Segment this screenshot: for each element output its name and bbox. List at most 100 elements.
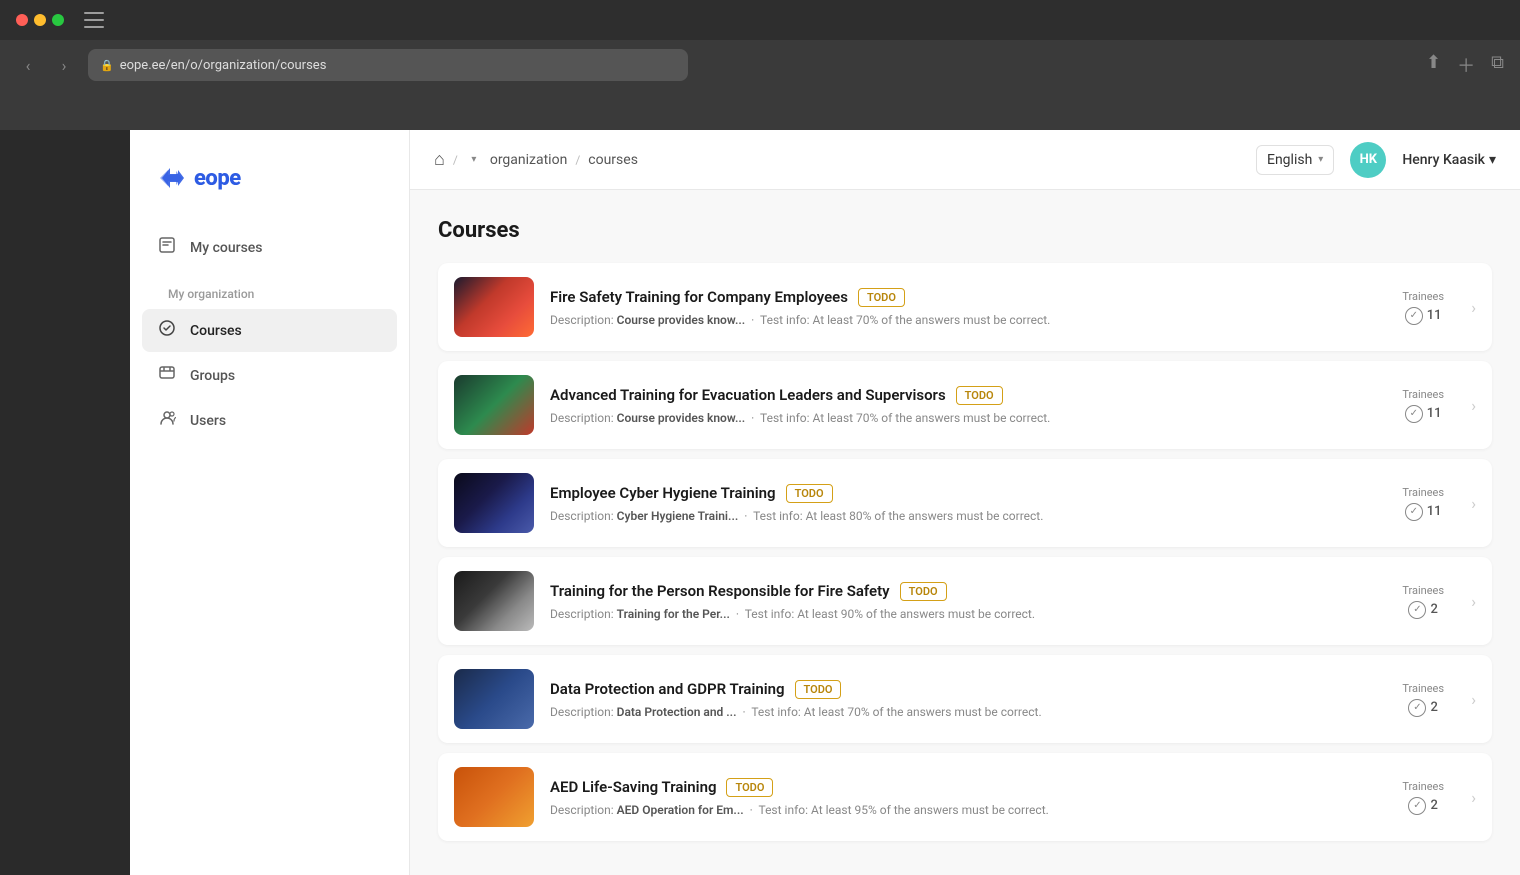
new-tab-icon[interactable]: ＋ [1457, 52, 1475, 78]
course-chevron-5: › [1471, 690, 1476, 709]
course-title-5: Data Protection and GDPR Training [550, 680, 785, 698]
course-info-5: Data Protection and GDPR Training TODO D… [550, 680, 1383, 719]
course-meta-4: Description: Training for the Per... · T… [550, 607, 1383, 621]
tabs-icon[interactable]: ⧉ [1491, 52, 1504, 78]
breadcrumb-organization[interactable]: organization [490, 152, 567, 168]
breadcrumb-courses[interactable]: courses [588, 152, 638, 168]
check-circle-6: ✓ [1408, 797, 1426, 815]
course-thumbnail-1 [454, 277, 534, 337]
sidebar: eope My courses My organization [130, 130, 410, 875]
maximize-button[interactable] [52, 14, 64, 26]
top-nav: ⌂ / ▾ organization / courses English ▾ H… [410, 130, 1520, 190]
sidebar-toggle-icon[interactable] [84, 12, 104, 28]
lock-icon: 🔒 [100, 59, 114, 72]
course-info-4: Training for the Person Responsible for … [550, 582, 1383, 621]
sidebar-item-groups[interactable]: Groups [142, 354, 397, 397]
sidebar-item-users[interactable]: Users [142, 399, 397, 442]
course-thumbnail-2 [454, 375, 534, 435]
course-meta-3: Description: Cyber Hygiene Traini... · T… [550, 509, 1383, 523]
trainees-number-2: 11 [1427, 406, 1442, 421]
browser-chrome: ‹ › 🔒 eope.ee/en/o/organization/courses … [0, 0, 1520, 130]
course-item-4[interactable]: Training for the Person Responsible for … [438, 557, 1492, 645]
sidebar-courses-label: Courses [190, 323, 242, 339]
url-text: eope.ee/en/o/organization/courses [120, 58, 327, 73]
sidebar-groups-label: Groups [190, 368, 235, 384]
address-bar[interactable]: 🔒 eope.ee/en/o/organization/courses [88, 49, 688, 81]
check-circle-2: ✓ [1405, 405, 1423, 423]
breadcrumb-sep-1: / [453, 153, 458, 167]
browser-toolbar-icons: ⬆ ＋ ⧉ [1426, 52, 1504, 78]
course-title-3: Employee Cyber Hygiene Training [550, 484, 776, 502]
breadcrumb-dropdown-icon[interactable]: ▾ [466, 152, 482, 168]
trainees-number-3: 11 [1427, 504, 1442, 519]
sidebar-nav: My courses My organization Courses [130, 226, 409, 444]
users-icon [156, 409, 178, 432]
logo: eope [154, 160, 385, 196]
trainees-number-6: 2 [1430, 798, 1437, 813]
sidebar-item-my-courses[interactable]: My courses [142, 226, 397, 269]
back-button[interactable]: ‹ [16, 53, 40, 77]
course-meta-6: Description: AED Operation for Em... · T… [550, 803, 1383, 817]
todo-badge-6: TODO [726, 778, 773, 797]
org-section-label: My organization [142, 271, 397, 309]
course-right-3: Trainees ✓ 11 [1383, 486, 1463, 521]
trainees-number-1: 11 [1427, 308, 1442, 323]
logo-icon [154, 160, 190, 196]
course-item-1[interactable]: Fire Safety Training for Company Employe… [438, 263, 1492, 351]
course-info-1: Fire Safety Training for Company Employe… [550, 288, 1383, 327]
course-item-3[interactable]: Employee Cyber Hygiene Training TODO Des… [438, 459, 1492, 547]
todo-badge-1: TODO [858, 288, 905, 307]
courses-icon [156, 319, 178, 342]
check-circle-3: ✓ [1405, 503, 1423, 521]
trainees-label-6: Trainees [1402, 780, 1444, 793]
logo-text: eope [194, 166, 241, 191]
trainees-label-5: Trainees [1402, 682, 1444, 695]
user-avatar: HK [1350, 142, 1386, 178]
trainees-count-2: ✓ 11 [1405, 405, 1442, 423]
trainees-label-2: Trainees [1402, 388, 1444, 401]
course-title-row-4: Training for the Person Responsible for … [550, 582, 1383, 601]
home-icon[interactable]: ⌂ [434, 149, 445, 170]
sidebar-item-courses[interactable]: Courses [142, 309, 397, 352]
browser-top-bar [0, 0, 1520, 40]
user-name[interactable]: Henry Kaasik ▾ [1402, 152, 1496, 168]
todo-badge-3: TODO [786, 484, 833, 503]
course-title-row-5: Data Protection and GDPR Training TODO [550, 680, 1383, 699]
close-button[interactable] [16, 14, 28, 26]
course-list: Fire Safety Training for Company Employe… [438, 263, 1492, 851]
trainees-count-1: ✓ 11 [1405, 307, 1442, 325]
course-title-6: AED Life-Saving Training [550, 778, 716, 796]
trainees-count-3: ✓ 11 [1405, 503, 1442, 521]
logo-area: eope [130, 150, 409, 226]
share-icon[interactable]: ⬆ [1426, 52, 1441, 78]
course-title-row-1: Fire Safety Training for Company Employe… [550, 288, 1383, 307]
language-chevron-icon: ▾ [1318, 154, 1323, 165]
course-right-4: Trainees ✓ 2 [1383, 584, 1463, 619]
trainees-label-3: Trainees [1402, 486, 1444, 499]
course-info-3: Employee Cyber Hygiene Training TODO Des… [550, 484, 1383, 523]
course-title-1: Fire Safety Training for Company Employe… [550, 288, 848, 306]
courses-area: Courses Fire Safety Training for Company… [410, 190, 1520, 875]
minimize-button[interactable] [34, 14, 46, 26]
traffic-lights [16, 14, 64, 26]
course-right-5: Trainees ✓ 2 [1383, 682, 1463, 717]
todo-badge-2: TODO [956, 386, 1003, 405]
course-title-4: Training for the Person Responsible for … [550, 582, 890, 600]
course-chevron-3: › [1471, 494, 1476, 513]
trainees-number-5: 2 [1430, 700, 1437, 715]
my-courses-label: My courses [190, 240, 262, 256]
app-container: eope My courses My organization [130, 130, 1520, 875]
course-title-2: Advanced Training for Evacuation Leaders… [550, 386, 946, 404]
user-chevron-icon: ▾ [1489, 152, 1496, 168]
course-item-2[interactable]: Advanced Training for Evacuation Leaders… [438, 361, 1492, 449]
course-item-5[interactable]: Data Protection and GDPR Training TODO D… [438, 655, 1492, 743]
top-nav-right: English ▾ HK Henry Kaasik ▾ [1256, 142, 1496, 178]
course-item-6[interactable]: AED Life-Saving Training TODO Descriptio… [438, 753, 1492, 841]
trainees-label-4: Trainees [1402, 584, 1444, 597]
breadcrumb: ⌂ / ▾ organization / courses [434, 149, 1256, 170]
language-selector[interactable]: English ▾ [1256, 145, 1334, 175]
course-chevron-1: › [1471, 298, 1476, 317]
trainees-count-4: ✓ 2 [1408, 601, 1437, 619]
forward-button[interactable]: › [52, 53, 76, 77]
trainees-number-4: 2 [1430, 602, 1437, 617]
